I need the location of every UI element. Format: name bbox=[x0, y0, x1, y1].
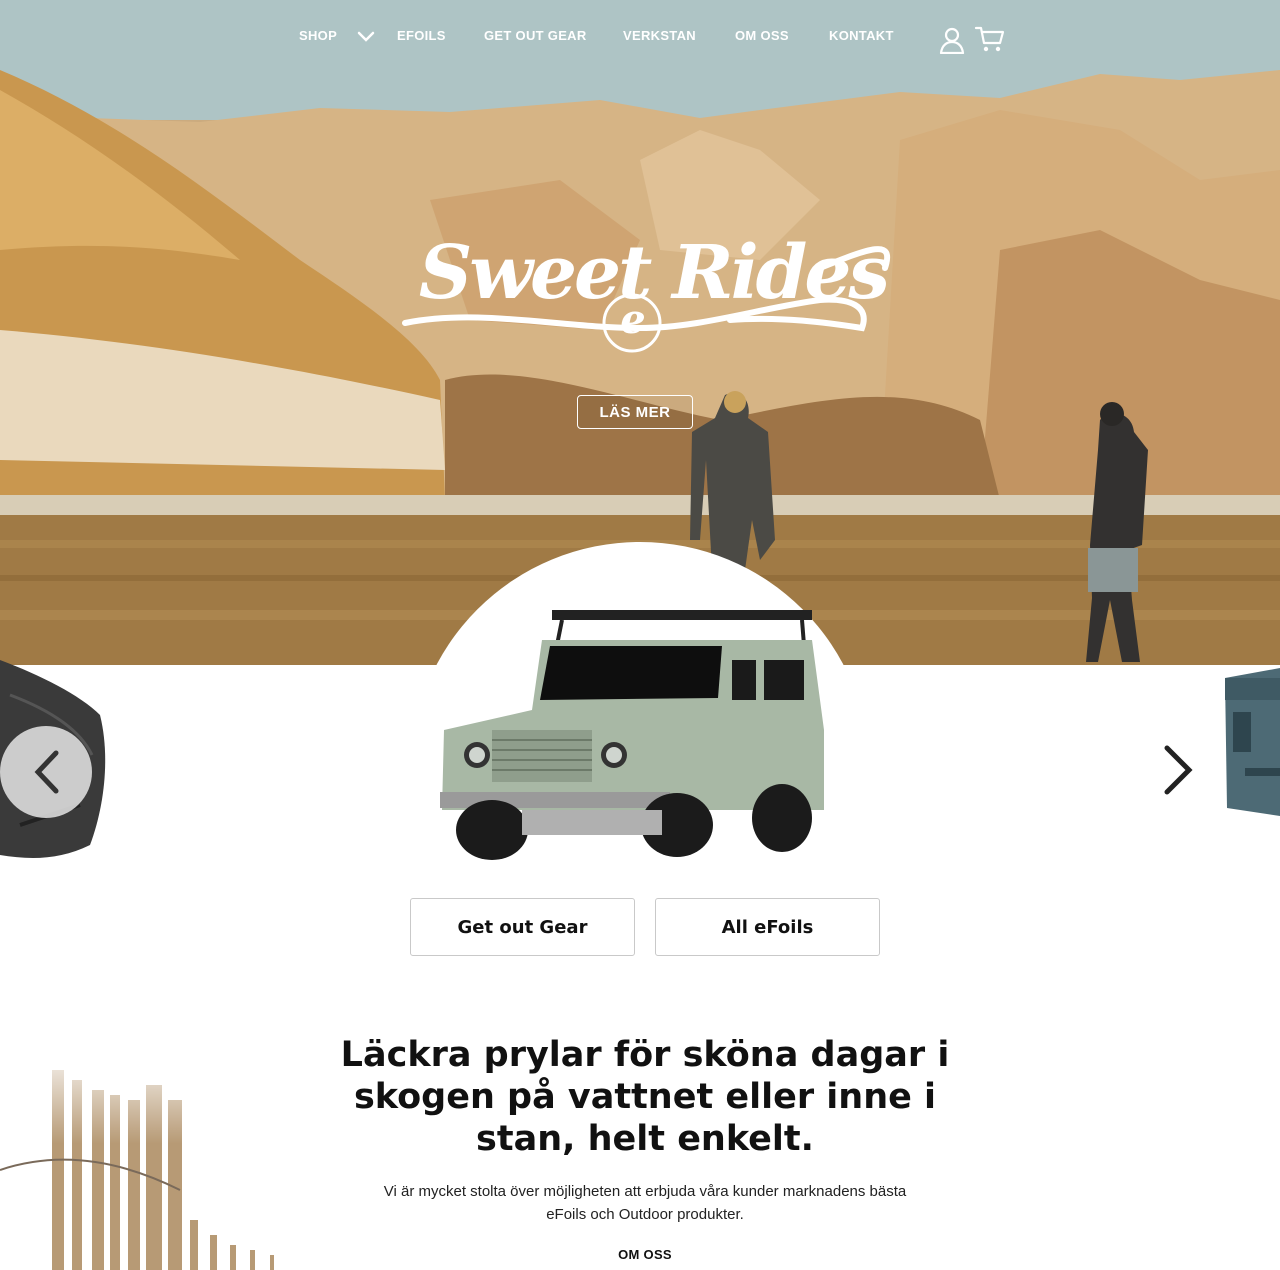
cooler-product-image[interactable] bbox=[1215, 668, 1280, 818]
all-efoils-button[interactable]: All eFoils bbox=[655, 898, 880, 956]
nav-kontakt[interactable]: KONTAKT bbox=[829, 28, 894, 43]
chevron-right-icon[interactable] bbox=[1155, 740, 1199, 800]
land-rover-product-image[interactable] bbox=[432, 600, 832, 860]
chevron-left-icon bbox=[34, 750, 59, 794]
cart-icon[interactable] bbox=[974, 24, 1006, 54]
user-icon[interactable] bbox=[938, 26, 966, 54]
las-mer-button[interactable]: LÄS MER bbox=[577, 395, 693, 429]
headline-line: stan, helt enkelt. bbox=[476, 1119, 814, 1159]
nav-get-out-gear[interactable]: GET OUT GEAR bbox=[484, 28, 587, 43]
get-out-gear-button[interactable]: Get out Gear bbox=[410, 898, 635, 956]
logo-e-mark: e bbox=[620, 296, 646, 343]
headline-line: skogen på vattnet eller inne i bbox=[353, 1077, 937, 1117]
nav-verkstan[interactable]: VERKSTAN bbox=[623, 28, 696, 43]
intro-headline: Läckra prylar för sköna dagar i skogen p… bbox=[320, 1034, 970, 1160]
headline-line: Läckra prylar för sköna dagar i bbox=[340, 1035, 950, 1075]
body-line: Vi är mycket stolta över möjligheten att… bbox=[383, 1183, 907, 1200]
nav-om-oss[interactable]: OM OSS bbox=[735, 28, 789, 43]
logo-text: Sweet Rides bbox=[418, 230, 890, 316]
body-line: eFoils och Outdoor produkter. bbox=[546, 1206, 744, 1223]
intro-body: Vi är mycket stolta över möjligheten att… bbox=[350, 1180, 940, 1226]
carousel-prev-button[interactable] bbox=[0, 726, 92, 818]
fence-image bbox=[0, 1040, 330, 1270]
sweet-rides-logo: Sweet Rides e bbox=[400, 228, 895, 358]
nav-efoils[interactable]: EFOILS bbox=[397, 28, 446, 43]
om-oss-link[interactable]: OM OSS bbox=[600, 1247, 690, 1262]
chevron-down-icon[interactable] bbox=[356, 30, 376, 44]
main-navigation: SHOP EFOILS GET OUT GEAR VERKSTAN OM OSS… bbox=[0, 22, 1280, 62]
nav-shop[interactable]: SHOP bbox=[299, 28, 337, 43]
